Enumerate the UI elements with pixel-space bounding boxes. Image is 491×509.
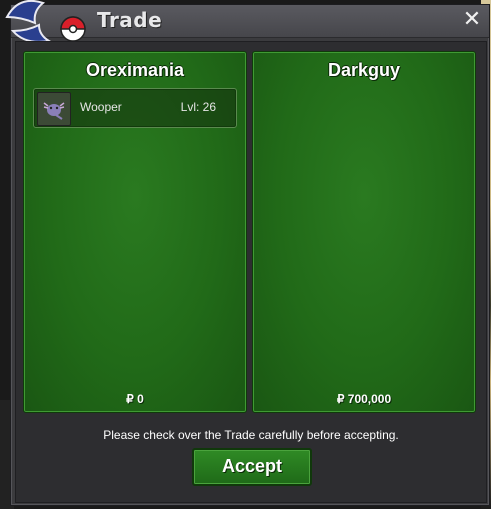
left-offer-panel: Oreximania Wooper Lvl: 26 ₽ 0 [23,51,247,413]
close-icon[interactable]: ✕ [461,9,483,31]
wooper-icon [37,92,71,126]
right-offer-panel: Darkguy ₽ 700,000 [252,51,476,413]
window-title: Trade [97,8,163,32]
trade-window: Trade ✕ Oreximania Wooper Lvl: 26 ₽ 0 Da… [5,0,490,506]
right-money: ₽ 700,000 [336,392,392,406]
offer-slot-wooper[interactable]: Wooper Lvl: 26 [33,88,237,128]
left-player-name: Oreximania [85,60,185,80]
trade-notice: Please check over the Trade carefully be… [103,428,399,442]
offer-item-name: Wooper [80,100,122,114]
right-player-name: Darkguy [327,60,401,80]
left-money: ₽ 0 [126,392,144,406]
accept-button[interactable]: Accept [192,448,312,486]
offer-item-level: Lvl: 26 [180,100,216,114]
trade-content: Oreximania Wooper Lvl: 26 ₽ 0 Darkguy ₽ … [15,41,487,503]
